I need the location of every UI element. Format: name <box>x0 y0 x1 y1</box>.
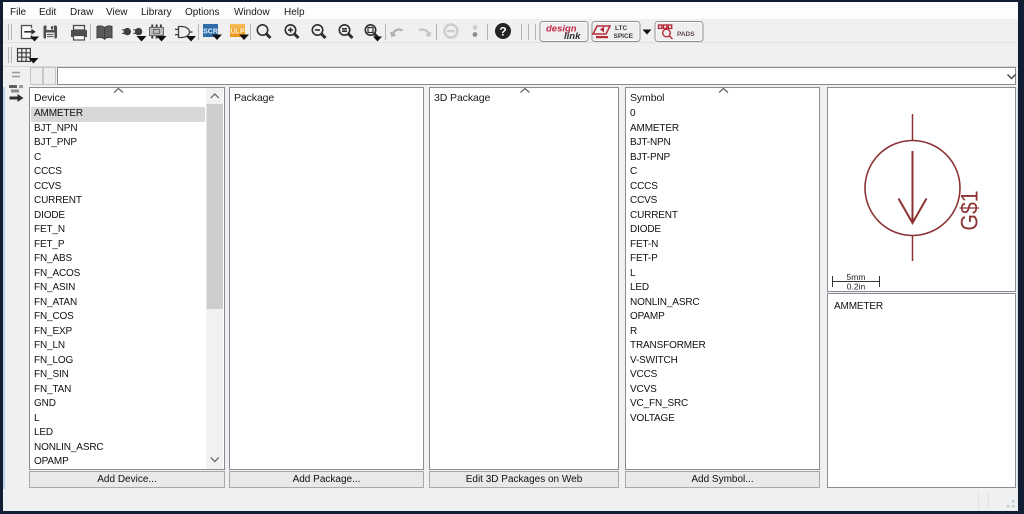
svg-text:5mm: 5mm <box>847 272 866 282</box>
svg-text:ULP: ULP <box>231 29 245 36</box>
svg-text:G$1: G$1 <box>955 190 983 230</box>
svg-text:0.2in: 0.2in <box>847 282 866 292</box>
svg-text:LTC: LTC <box>615 25 627 32</box>
svg-text:SCR: SCR <box>203 29 218 36</box>
svg-text:?: ? <box>499 25 506 39</box>
svg-text:SPICE: SPICE <box>614 33 634 40</box>
svg-text:PADS: PADS <box>677 31 695 38</box>
svg-text:link: link <box>564 31 581 42</box>
